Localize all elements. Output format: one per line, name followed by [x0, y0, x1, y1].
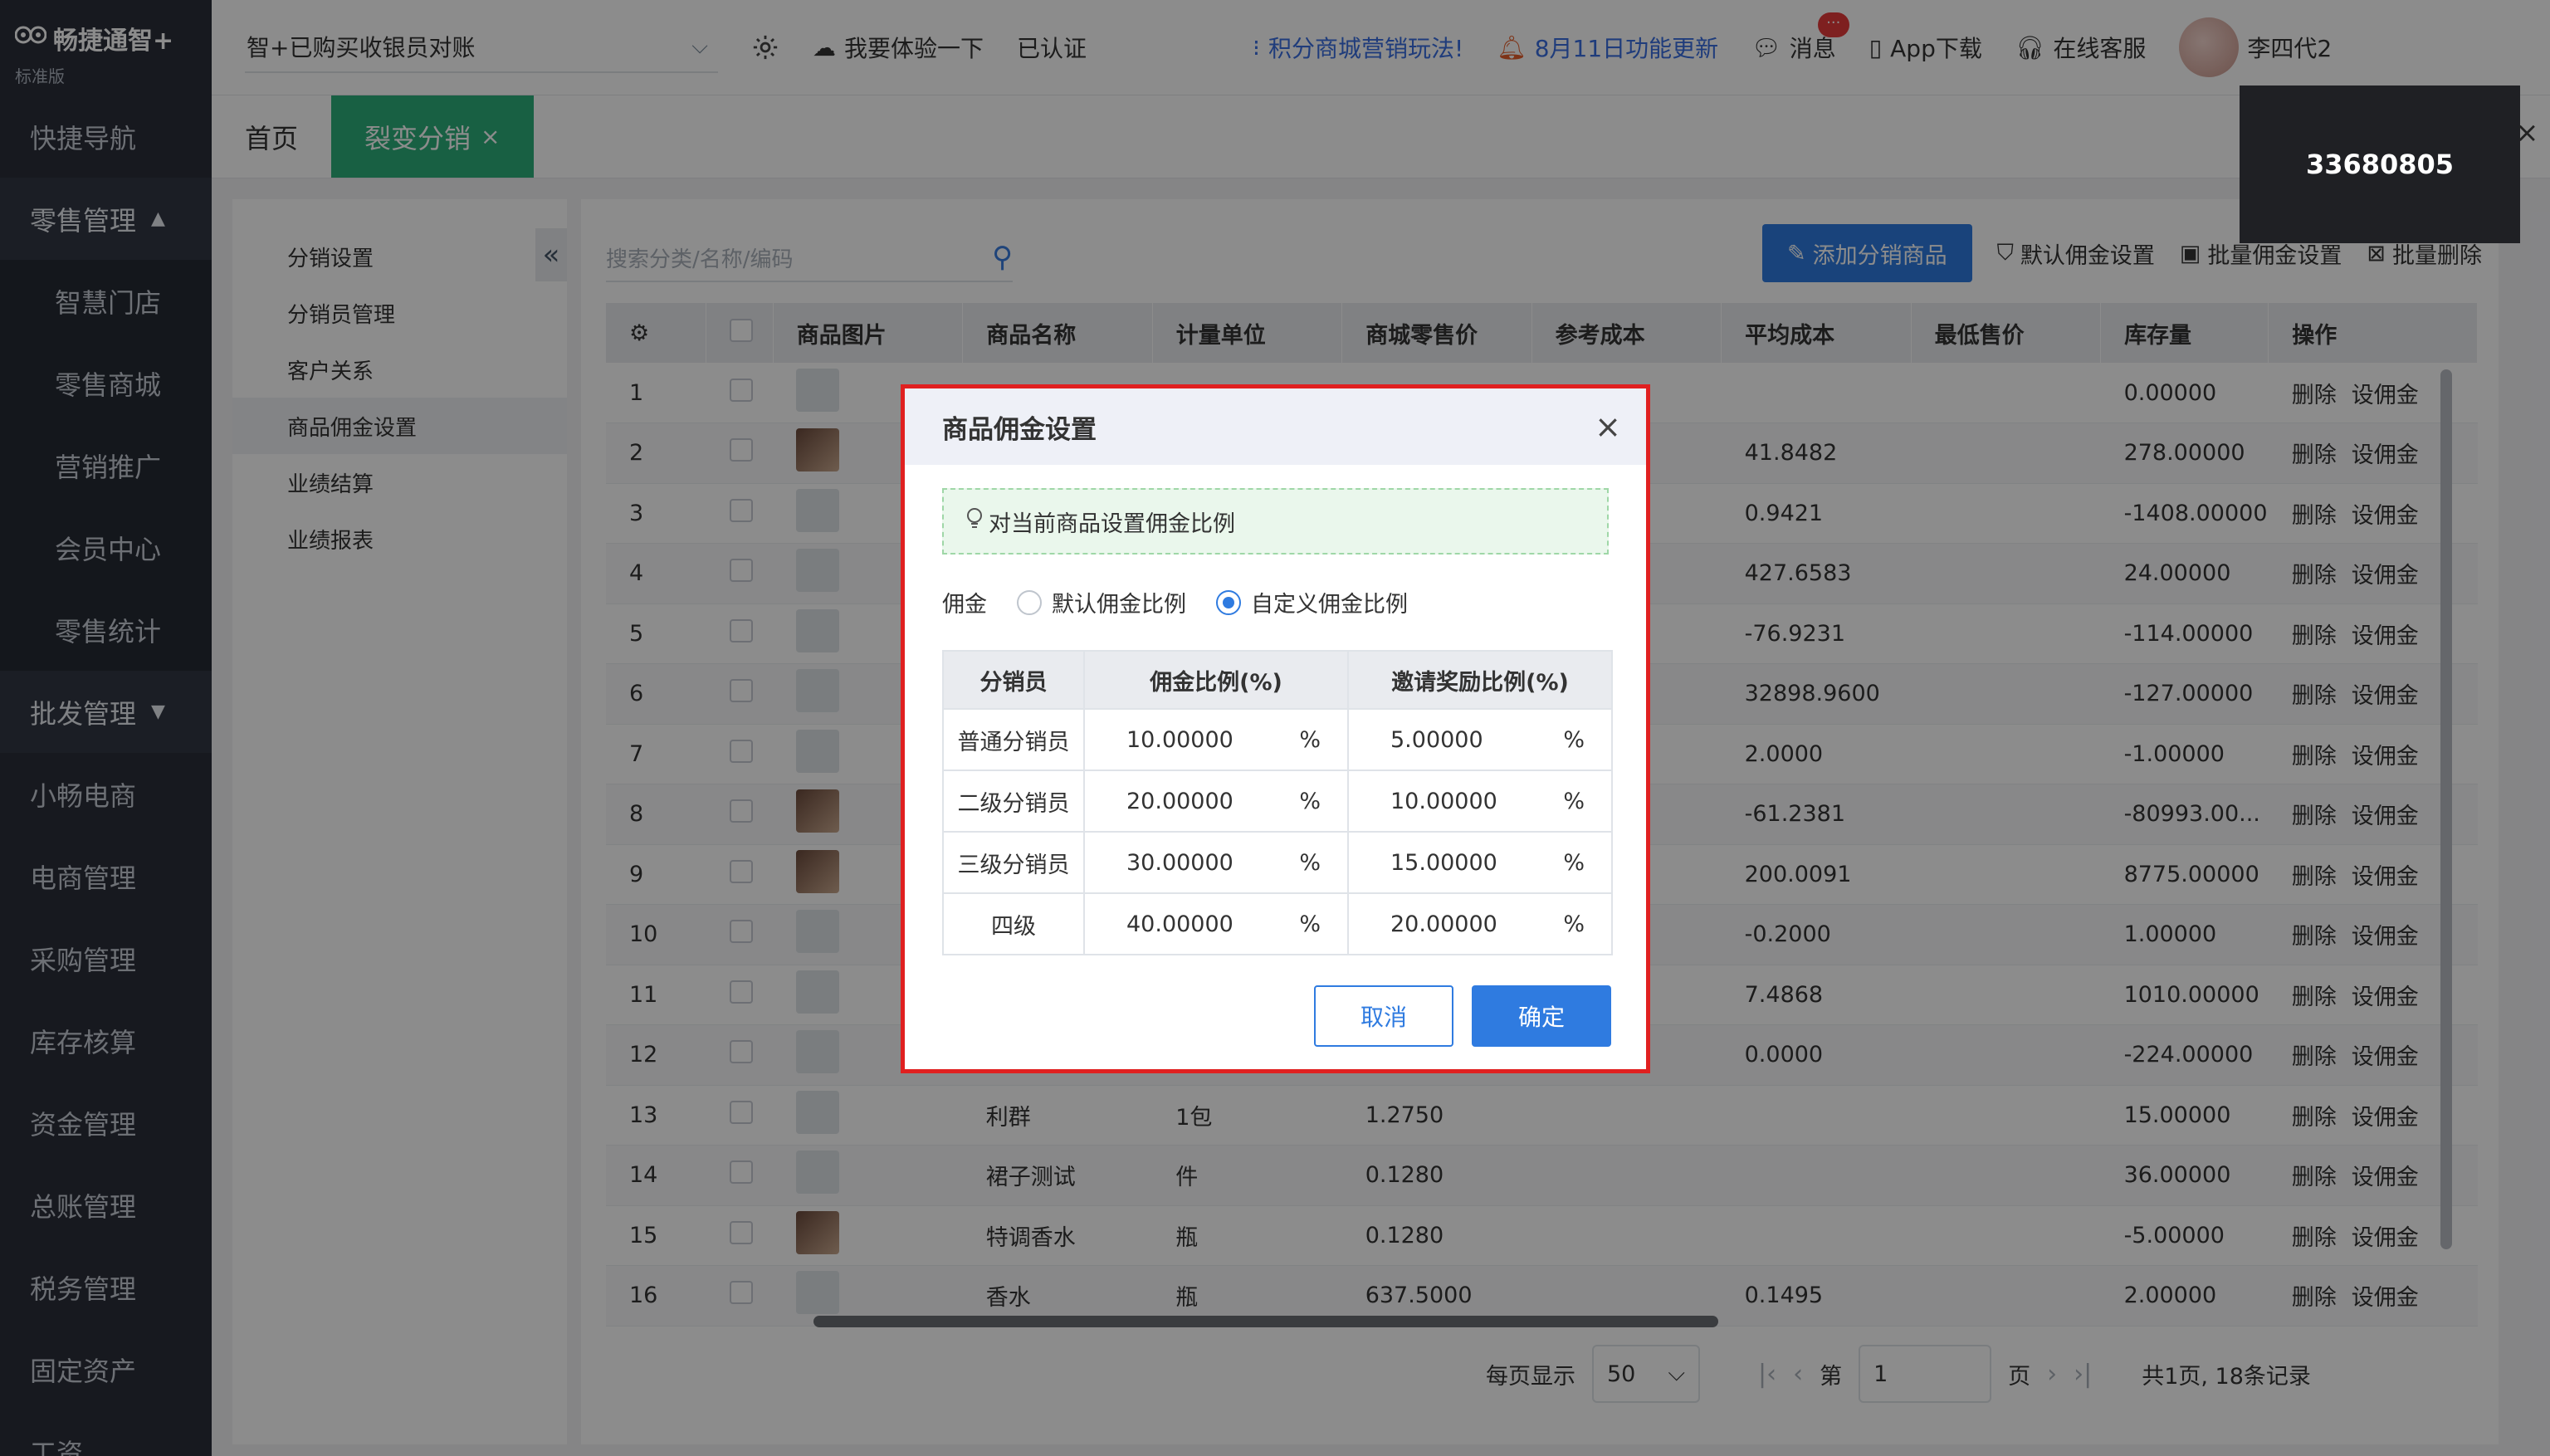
distributor-level: 普通分销员 [942, 708, 1085, 771]
commission-row: 四级 40.00000% 20.00000% [942, 892, 1613, 955]
dialog-title: 商品佣金设置 [942, 414, 1097, 445]
commission-mode-row: 佣金 默认佣金比例 自定义佣金比例 [942, 586, 1609, 618]
distributor-level: 三级分销员 [942, 831, 1085, 894]
commission-row: 普通分销员 10.00000% 5.00000% [942, 708, 1613, 771]
commission-rate-value: 30.00000 [1126, 849, 1233, 876]
col-commission-rate: 佣金比例(%) [1083, 650, 1349, 710]
radio-custom-commission[interactable]: 自定义佣金比例 [1216, 586, 1408, 618]
invite-rate-field[interactable]: 5.00000% [1349, 727, 1611, 753]
lightbulb-icon [965, 507, 984, 536]
invite-rate-cell[interactable]: 20.00000% [1347, 892, 1613, 955]
commission-row: 三级分销员 30.00000% 15.00000% [942, 831, 1613, 894]
invite-rate-cell[interactable]: 15.00000% [1347, 831, 1613, 894]
dialog-buttons: 取消 确定 [1314, 985, 1611, 1047]
commission-label: 佣金 [942, 592, 987, 618]
distributor-level: 二级分销员 [942, 770, 1085, 833]
commission-rate-field[interactable]: 20.00000% [1085, 789, 1347, 814]
commission-rate-value: 20.00000 [1126, 788, 1233, 814]
commission-rate-cell[interactable]: 40.00000% [1083, 892, 1349, 955]
tip-text: 对当前商品设置佣金比例 [989, 511, 1235, 537]
percent-sign: % [1563, 788, 1585, 814]
commission-table: 分销员 佣金比例(%) 邀请奖励比例(%) 普通分销员 10.00000% 5.00… [942, 650, 1613, 955]
radio-default[interactable] [1017, 589, 1042, 615]
invite-rate-value: 15.00000 [1390, 849, 1497, 876]
commission-header-row: 分销员 佣金比例(%) 邀请奖励比例(%) [942, 650, 1613, 710]
tip-banner: 对当前商品设置佣金比例 [942, 488, 1609, 555]
invite-rate-value: 5.00000 [1390, 726, 1483, 753]
invite-rate-field[interactable]: 20.00000% [1349, 911, 1611, 937]
close-icon[interactable]: × [1595, 408, 1621, 445]
invite-rate-value: 20.00000 [1390, 911, 1497, 937]
commission-rate-cell[interactable]: 30.00000% [1083, 831, 1349, 894]
commission-rate-value: 10.00000 [1126, 726, 1233, 753]
percent-sign: % [1299, 911, 1321, 937]
percent-sign: % [1299, 788, 1321, 814]
col-invite-rate: 邀请奖励比例(%) [1347, 650, 1613, 710]
radio-default-commission[interactable]: 默认佣金比例 [1017, 586, 1186, 618]
radio-custom-label: 自定义佣金比例 [1251, 592, 1408, 618]
percent-sign: % [1299, 849, 1321, 876]
invite-rate-cell[interactable]: 10.00000% [1347, 770, 1613, 833]
percent-sign: % [1563, 911, 1585, 937]
dialog-header: 商品佣金设置 × [905, 388, 1646, 465]
confirm-button[interactable]: 确定 [1472, 985, 1611, 1047]
radio-custom[interactable] [1216, 589, 1241, 615]
invite-rate-cell[interactable]: 5.00000% [1347, 708, 1613, 771]
commission-rate-field[interactable]: 30.00000% [1085, 850, 1347, 876]
distributor-level: 四级 [942, 892, 1085, 955]
invite-rate-field[interactable]: 10.00000% [1349, 789, 1611, 814]
cancel-button[interactable]: 取消 [1314, 985, 1453, 1047]
tooltip-close-icon[interactable]: × [2515, 116, 2539, 149]
percent-sign: % [1563, 726, 1585, 753]
commission-rate-cell[interactable]: 20.00000% [1083, 770, 1349, 833]
commission-row: 二级分销员 20.00000% 10.00000% [942, 770, 1613, 833]
percent-sign: % [1299, 726, 1321, 753]
commission-rate-cell[interactable]: 10.00000% [1083, 708, 1349, 771]
commission-rate-field[interactable]: 10.00000% [1085, 727, 1347, 753]
commission-rate-field[interactable]: 40.00000% [1085, 911, 1347, 937]
col-distributor: 分销员 [942, 650, 1085, 710]
commission-settings-dialog: 商品佣金设置 × 对当前商品设置佣金比例 佣金 默认佣金比例 自定义佣金比例 分… [901, 384, 1650, 1073]
percent-sign: % [1563, 849, 1585, 876]
commission-rate-value: 40.00000 [1126, 911, 1233, 937]
radio-default-label: 默认佣金比例 [1052, 592, 1186, 618]
id-tooltip: 33680805 [2240, 86, 2520, 243]
invite-rate-field[interactable]: 15.00000% [1349, 850, 1611, 876]
invite-rate-value: 10.00000 [1390, 788, 1497, 814]
